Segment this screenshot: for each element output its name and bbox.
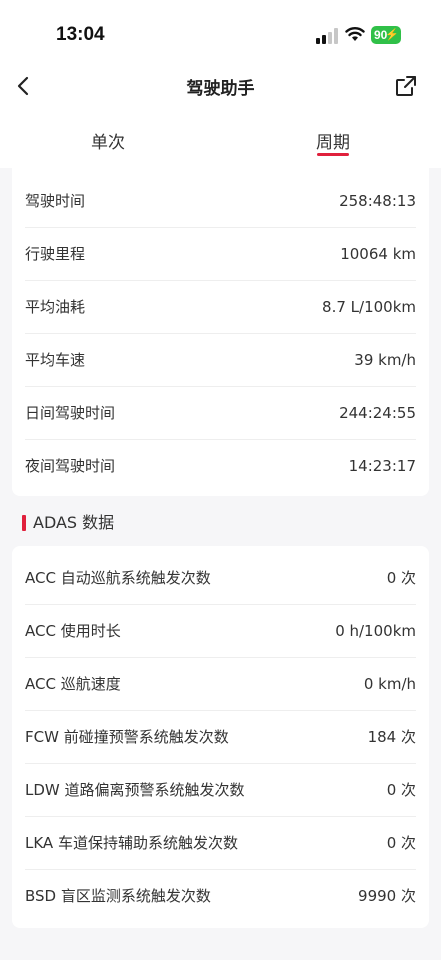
- adas-value: 184 次: [367, 728, 416, 746]
- adas-label: LKA 车道保持辅助系统触发次数: [25, 834, 238, 852]
- stat-value: 10064 km: [340, 245, 416, 263]
- stat-row-fuel: 平均油耗 8.7 L/100km: [25, 281, 416, 334]
- driving-stats-card: 驾驶时间 258:48:13 行驶里程 10064 km 平均油耗 8.7 L/…: [12, 168, 429, 496]
- adas-label: ACC 巡航速度: [25, 675, 121, 693]
- adas-value: 0 h/100km: [335, 622, 416, 640]
- adas-label: ACC 自动巡航系统触发次数: [25, 569, 211, 587]
- adas-value: 0 km/h: [363, 675, 416, 693]
- adas-value: 0 次: [386, 569, 416, 587]
- stat-label: 日间驾驶时间: [25, 404, 116, 422]
- signal-icon: [316, 28, 338, 44]
- page-title: 驾驶助手: [186, 79, 255, 99]
- tab-bar: 单次 周期: [0, 110, 441, 168]
- stat-value: 244:24:55: [339, 404, 416, 422]
- stat-label: 夜间驾驶时间: [25, 457, 116, 475]
- adas-value: 0 次: [386, 781, 416, 799]
- active-tab-indicator: [317, 153, 349, 156]
- adas-row-acc-trigger: ACC 自动巡航系统触发次数 0 次: [25, 552, 416, 605]
- adas-row-ldw: LDW 道路偏离预警系统触发次数 0 次: [25, 764, 416, 817]
- nav-bar: 驾驶助手: [0, 62, 441, 110]
- adas-label: FCW 前碰撞预警系统触发次数: [25, 728, 229, 746]
- stat-row-day-time: 日间驾驶时间 244:24:55: [25, 387, 416, 440]
- tab-single[interactable]: 单次: [58, 128, 158, 153]
- adas-row-acc-speed: ACC 巡航速度 0 km/h: [25, 658, 416, 711]
- adas-row-lka: LKA 车道保持辅助系统触发次数 0 次: [25, 817, 416, 870]
- stat-row-drive-time: 驾驶时间 258:48:13: [25, 175, 416, 228]
- stat-label: 驾驶时间: [25, 192, 86, 210]
- adas-stats-card: ACC 自动巡航系统触发次数 0 次 ACC 使用时长 0 h/100km AC…: [12, 546, 429, 928]
- adas-value: 9990 次: [358, 887, 416, 905]
- share-external-icon[interactable]: [394, 74, 418, 98]
- wifi-icon: [345, 27, 365, 41]
- stat-label: 平均车速: [25, 351, 86, 369]
- stat-label: 平均油耗: [25, 298, 86, 316]
- tab-period[interactable]: 周期: [283, 128, 383, 153]
- stat-row-night-time: 夜间驾驶时间 14:23:17: [25, 440, 416, 493]
- adas-row-bsd: BSD 盲区监测系统触发次数 9990 次: [25, 870, 416, 923]
- adas-row-acc-duration: ACC 使用时长 0 h/100km: [25, 605, 416, 658]
- adas-label: LDW 道路偏离预警系统触发次数: [25, 781, 245, 799]
- stat-value: 14:23:17: [348, 457, 416, 475]
- stat-value: 39 km/h: [354, 351, 416, 369]
- adas-label: BSD 盲区监测系统触发次数: [25, 887, 211, 905]
- stat-value: 8.7 L/100km: [322, 298, 416, 316]
- status-time: 13:04: [56, 24, 105, 45]
- stat-label: 行驶里程: [25, 245, 86, 263]
- section-title: ADAS 数据: [33, 513, 115, 532]
- adas-value: 0 次: [386, 834, 416, 852]
- stat-row-mileage: 行驶里程 10064 km: [25, 228, 416, 281]
- adas-row-fcw: FCW 前碰撞预警系统触发次数 184 次: [25, 711, 416, 764]
- status-bar: 13:04 90 ⚡: [0, 0, 441, 70]
- battery-charging-icon: 90 ⚡: [371, 26, 401, 44]
- section-accent-bar: [22, 515, 26, 531]
- stat-row-speed: 平均车速 39 km/h: [25, 334, 416, 387]
- stat-value: 258:48:13: [339, 192, 416, 210]
- adas-label: ACC 使用时长: [25, 622, 121, 640]
